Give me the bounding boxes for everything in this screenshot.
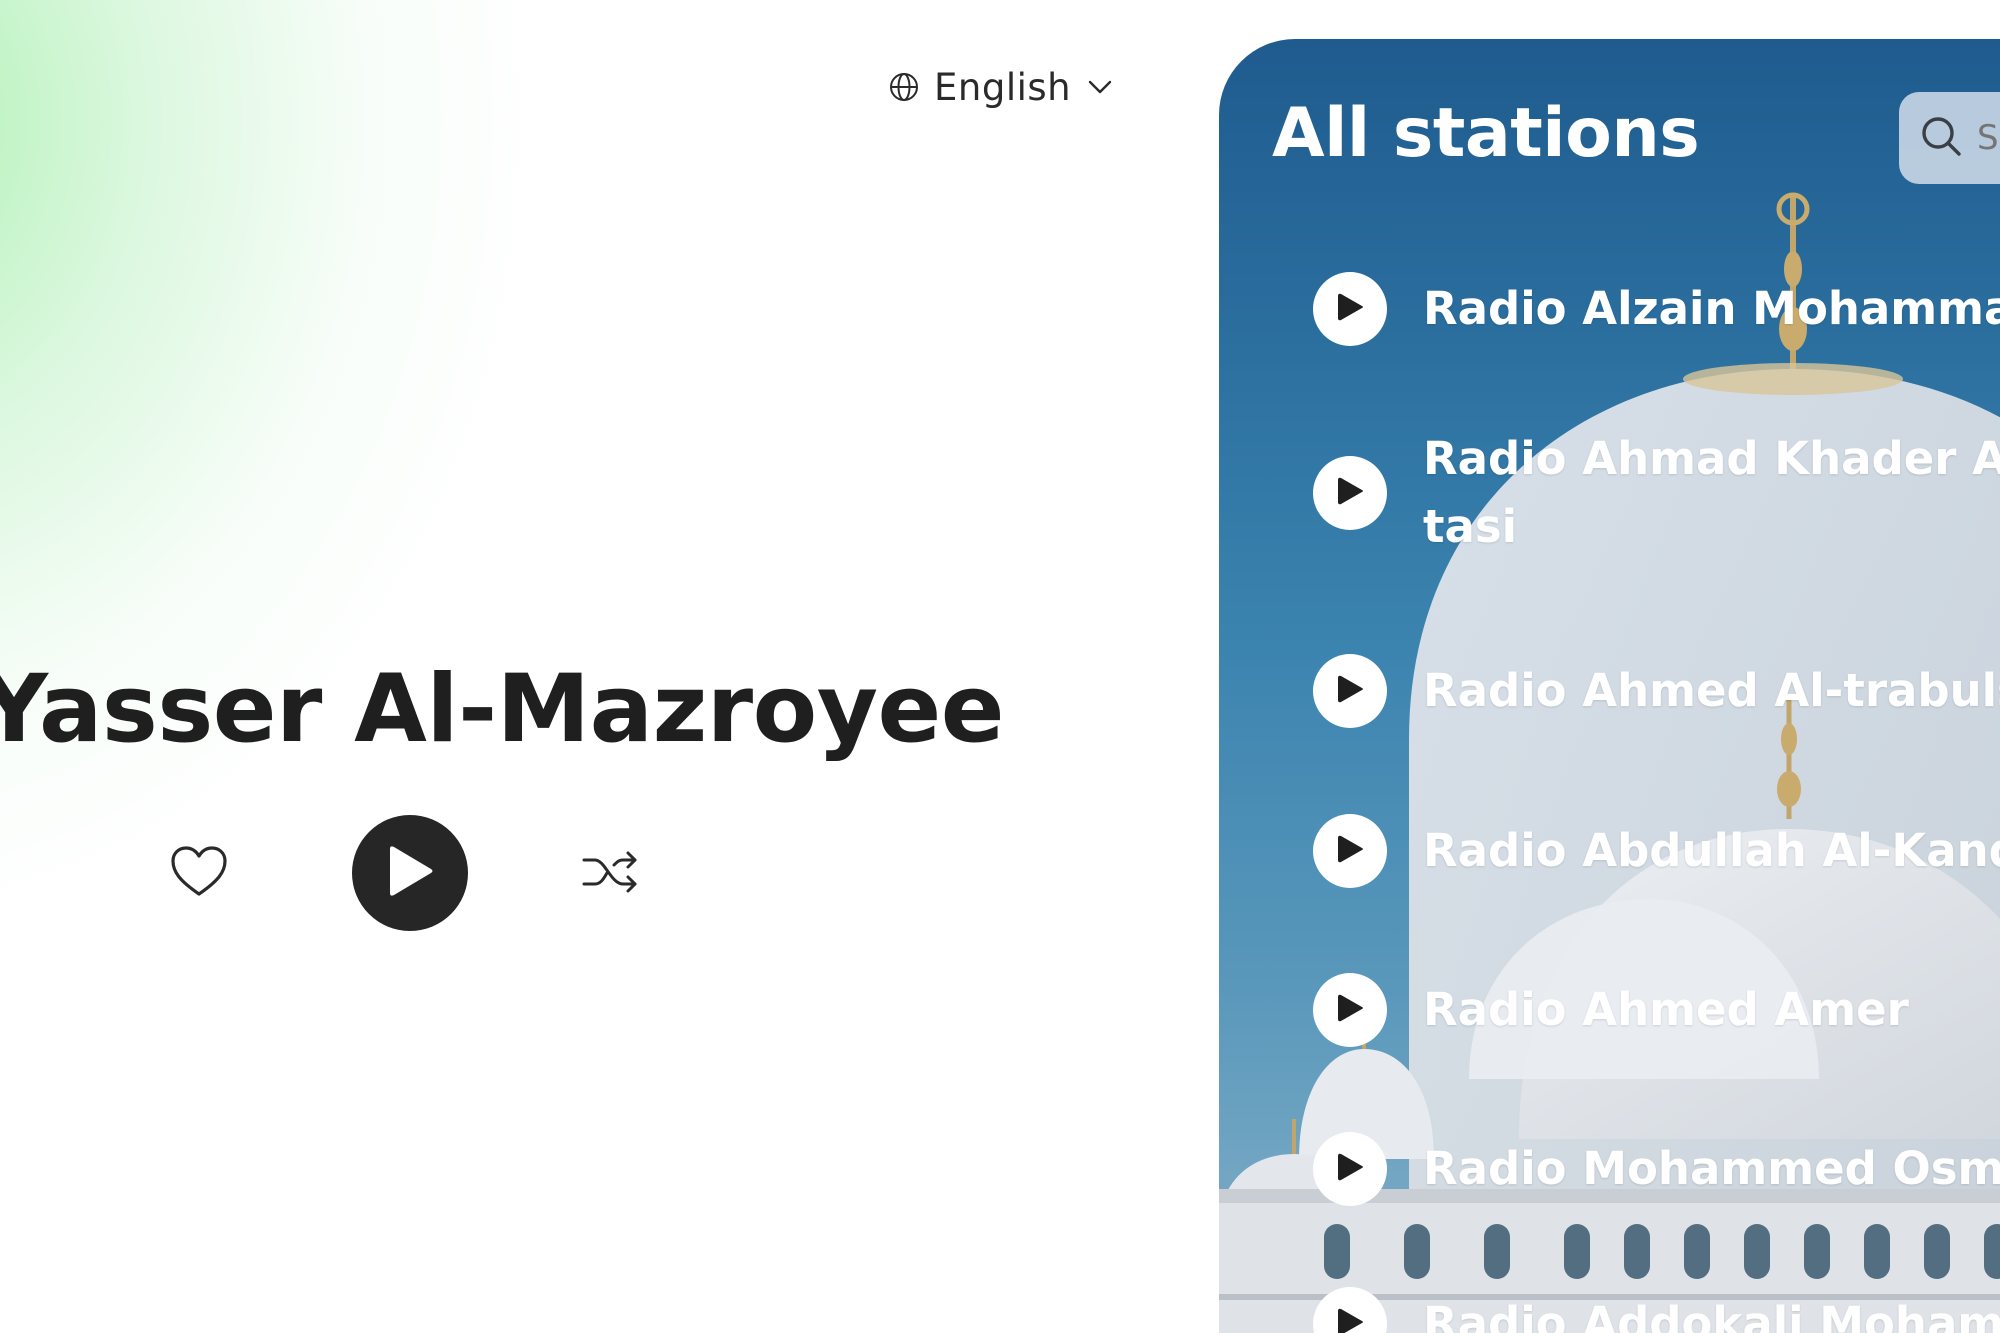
stations-panel: All stations Radio Alzain Mohamma <box>1219 39 2000 1333</box>
play-icon <box>1335 1151 1365 1187</box>
reciter-title: Yasser Al-Mazroyee <box>0 655 1005 764</box>
page: English Yasser Al-Mazroyee All stations … <box>0 0 2000 1333</box>
shuffle-button[interactable] <box>580 845 642 903</box>
station-item[interactable]: Radio Mohammed Osma <box>1313 1132 2000 1206</box>
station-play-button[interactable] <box>1313 272 1387 346</box>
station-play-button[interactable] <box>1313 1132 1387 1206</box>
station-play-button[interactable] <box>1313 654 1387 728</box>
chevron-down-icon <box>1085 72 1115 102</box>
station-name: Radio Alzain Mohamma <box>1423 282 2000 335</box>
station-name: Radio Ahmed Al-trabuls <box>1423 664 2000 717</box>
favorite-button[interactable] <box>168 845 230 903</box>
station-name: Radio Mohammed Osma <box>1423 1142 2000 1195</box>
station-play-button[interactable] <box>1313 1287 1387 1333</box>
stations-title: All stations <box>1272 94 1700 173</box>
language-label: English <box>934 65 1072 109</box>
station-item[interactable]: Radio Abdullah Al-Kand <box>1313 814 2000 888</box>
station-name: Radio Addokali Mohamm <box>1423 1297 2000 1333</box>
station-search[interactable] <box>1899 92 2000 184</box>
station-play-button[interactable] <box>1313 814 1387 888</box>
station-play-button[interactable] <box>1313 973 1387 1047</box>
station-item[interactable]: Radio Alzain Mohamma <box>1313 272 2000 346</box>
play-icon <box>1335 291 1365 327</box>
play-icon <box>1335 833 1365 869</box>
shuffle-icon <box>581 848 641 900</box>
play-button[interactable] <box>352 815 468 931</box>
station-name: Radio Abdullah Al-Kand <box>1423 824 2000 877</box>
heart-icon <box>170 845 228 903</box>
language-selector[interactable]: English <box>888 62 1115 112</box>
station-name: Radio Ahmad Khader Atasi <box>1423 432 2000 553</box>
play-icon <box>1335 673 1365 709</box>
station-item[interactable]: Radio Ahmed Amer <box>1313 973 2000 1047</box>
station-item[interactable]: Radio Ahmad Khader Atasi <box>1313 425 2000 561</box>
player-controls <box>160 815 670 933</box>
station-item[interactable]: Radio Addokali Mohamm <box>1313 1287 2000 1333</box>
search-icon <box>1919 114 1963 162</box>
play-icon <box>1335 1306 1365 1333</box>
globe-icon <box>888 71 920 103</box>
station-play-button[interactable] <box>1313 456 1387 530</box>
play-icon <box>1335 992 1365 1028</box>
station-item[interactable]: Radio Ahmed Al-trabuls <box>1313 654 2000 728</box>
play-icon <box>1335 475 1365 511</box>
play-icon <box>384 843 436 903</box>
search-input[interactable] <box>1975 117 2000 159</box>
station-name: Radio Ahmed Amer <box>1423 983 1909 1036</box>
